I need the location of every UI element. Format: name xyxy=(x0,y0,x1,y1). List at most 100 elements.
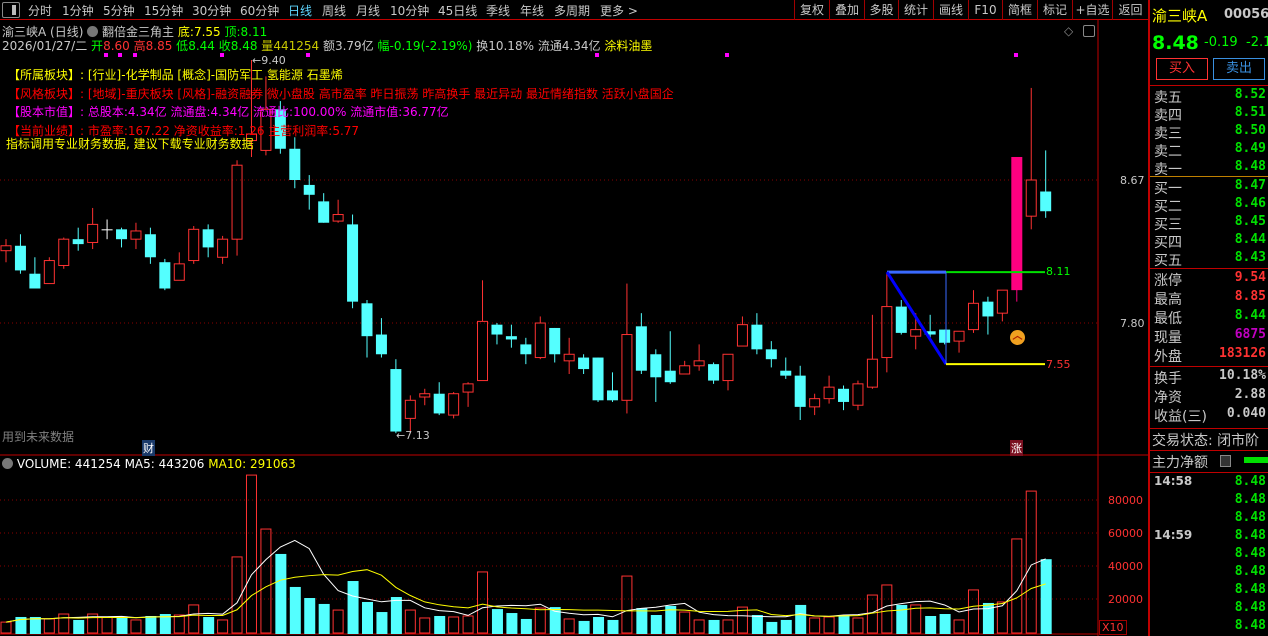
candle[interactable] xyxy=(751,313,763,355)
candle[interactable] xyxy=(1011,156,1023,302)
candle[interactable] xyxy=(448,392,460,419)
candle[interactable] xyxy=(534,316,546,360)
candle[interactable] xyxy=(982,296,994,335)
quote-change: -0.19 xyxy=(1204,35,1238,50)
candle[interactable] xyxy=(722,353,734,391)
candle[interactable] xyxy=(996,289,1008,322)
candle[interactable] xyxy=(621,283,633,414)
candle[interactable] xyxy=(303,175,315,210)
candle[interactable] xyxy=(404,395,416,434)
candle-body xyxy=(0,245,12,252)
candle[interactable] xyxy=(780,357,792,379)
candle[interactable] xyxy=(202,224,214,258)
signal-dot xyxy=(1014,53,1018,57)
candle[interactable] xyxy=(736,316,748,347)
candle[interactable] xyxy=(823,375,835,404)
row-value: 8.46 xyxy=(1234,196,1266,211)
candle[interactable] xyxy=(159,258,171,291)
candle[interactable] xyxy=(578,354,590,374)
candle[interactable] xyxy=(592,357,604,402)
candle[interactable] xyxy=(679,360,691,375)
candle[interactable] xyxy=(650,349,662,402)
candle[interactable] xyxy=(505,324,517,348)
volume-bar xyxy=(173,614,185,634)
candle[interactable] xyxy=(289,137,301,189)
row-value: 6875 xyxy=(1234,327,1266,342)
candle-body xyxy=(361,303,373,337)
candle-body xyxy=(606,390,618,401)
candle[interactable] xyxy=(953,330,965,353)
candle[interactable] xyxy=(318,193,330,223)
candle[interactable] xyxy=(491,323,503,345)
candle[interactable] xyxy=(58,237,70,269)
tick-price: 8.48 xyxy=(1234,492,1266,507)
volume-dropdown-icon[interactable] xyxy=(2,458,13,469)
row-label: 收益(三) xyxy=(1154,409,1207,425)
candle[interactable] xyxy=(116,227,128,248)
candle[interactable] xyxy=(433,382,445,416)
top-line-label: 8.11 xyxy=(1046,265,1071,278)
finance-badge[interactable]: 财 xyxy=(142,440,155,456)
bids-row: 买二 8.46 xyxy=(1152,196,1268,215)
candle[interactable] xyxy=(664,331,676,384)
candle[interactable] xyxy=(1025,87,1037,230)
candle[interactable] xyxy=(967,290,979,333)
candle[interactable] xyxy=(809,393,821,416)
candle[interactable] xyxy=(43,257,55,285)
candle[interactable] xyxy=(173,252,185,281)
ma10-value: MA10: 291063 xyxy=(208,457,296,471)
candle[interactable] xyxy=(895,300,907,335)
buy-button[interactable]: 买入 xyxy=(1156,58,1208,80)
candle[interactable] xyxy=(794,365,806,421)
candle[interactable] xyxy=(462,382,474,407)
limit-up-badge[interactable]: 涨 xyxy=(1010,440,1023,456)
candle[interactable] xyxy=(390,359,402,434)
candle[interactable] xyxy=(939,329,951,345)
candle[interactable] xyxy=(477,280,489,382)
candle[interactable] xyxy=(1040,150,1052,218)
candle-body xyxy=(967,302,979,331)
candle[interactable] xyxy=(347,214,359,309)
candle[interactable] xyxy=(520,337,532,365)
candle[interactable] xyxy=(606,372,618,402)
candle[interactable] xyxy=(217,235,229,264)
candle[interactable] xyxy=(881,273,893,373)
candle-body xyxy=(722,353,734,382)
candle[interactable] xyxy=(231,160,243,256)
candle[interactable] xyxy=(693,344,705,371)
candle[interactable] xyxy=(188,226,200,264)
candle[interactable] xyxy=(361,300,373,358)
row-value: 183126 xyxy=(1219,346,1266,361)
candle[interactable] xyxy=(130,222,142,250)
candle[interactable] xyxy=(14,234,26,274)
volume-bar xyxy=(722,619,734,634)
signal-dot xyxy=(306,53,310,57)
candle[interactable] xyxy=(635,313,647,374)
sell-button[interactable]: 卖出 xyxy=(1213,58,1265,80)
candle[interactable] xyxy=(852,380,864,411)
volume-bar xyxy=(477,571,489,634)
candle[interactable] xyxy=(563,337,575,374)
candle[interactable] xyxy=(765,341,777,368)
candle[interactable] xyxy=(87,207,99,250)
candle[interactable] xyxy=(144,227,156,264)
candle[interactable] xyxy=(101,219,113,240)
candle[interactable] xyxy=(838,385,850,411)
candle[interactable] xyxy=(29,257,41,289)
volume-bar xyxy=(203,616,215,634)
candle[interactable] xyxy=(866,314,878,389)
candle[interactable] xyxy=(419,388,431,406)
volume-bar xyxy=(534,607,546,634)
divider xyxy=(1150,450,1268,451)
candle[interactable] xyxy=(375,318,387,358)
candle-body xyxy=(433,393,445,414)
candle[interactable] xyxy=(0,239,12,263)
candle[interactable] xyxy=(708,362,720,384)
candle-body xyxy=(563,353,575,362)
candle[interactable] xyxy=(72,227,84,251)
candle[interactable] xyxy=(332,199,344,223)
quote-stock-name: 渝三峡A xyxy=(1152,7,1208,25)
candle[interactable] xyxy=(549,327,561,363)
list-icon[interactable] xyxy=(1220,455,1231,467)
tick-price: 8.48 xyxy=(1234,600,1266,615)
